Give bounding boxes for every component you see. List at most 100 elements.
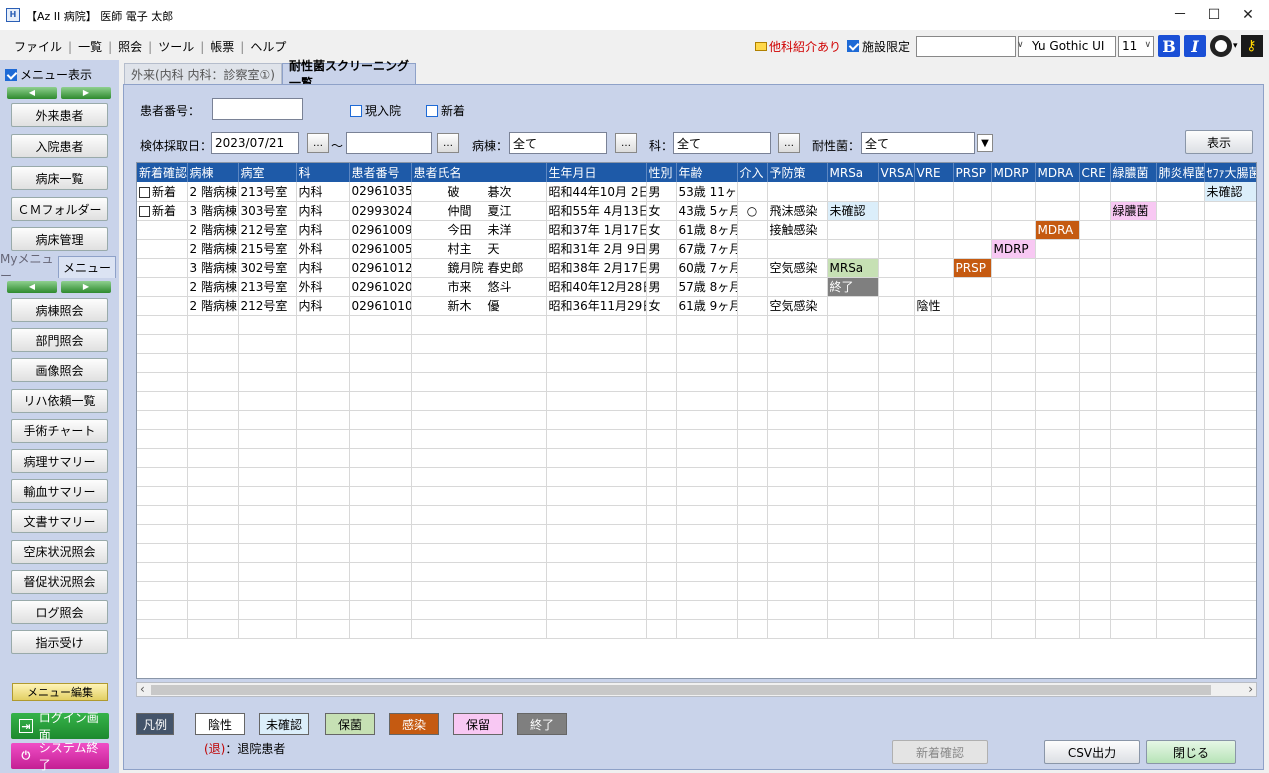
- column-header[interactable]: 肺炎桿菌: [1156, 163, 1205, 182]
- organism-cell[interactable]: [953, 182, 992, 202]
- close-window-button[interactable]: ✕: [1230, 4, 1266, 26]
- display-button[interactable]: 表示: [1185, 130, 1253, 154]
- organism-cell[interactable]: [914, 201, 954, 221]
- sidebar-menu-button[interactable]: 指示受け: [11, 630, 108, 655]
- organism-cell[interactable]: [1156, 201, 1205, 221]
- sample-date-from-input[interactable]: 2023/07/21: [211, 132, 299, 154]
- organism-cell[interactable]: MRSa: [827, 258, 879, 278]
- menu-item[interactable]: 帳票: [204, 38, 240, 55]
- sidebar-menu-button[interactable]: 督促状況照会: [11, 569, 108, 594]
- new-confirm-cell[interactable]: [137, 220, 188, 240]
- organism-cell[interactable]: [953, 201, 992, 221]
- organism-cell[interactable]: 緑膿菌: [1110, 201, 1157, 221]
- table-row[interactable]: 3 階病棟 302号室 内科 02961012 鏡月院 春史郎 昭和38年 2月17日男 60…: [137, 258, 1256, 278]
- tab-resistant-screening[interactable]: 耐性菌スクリーニング一覧: [282, 59, 416, 90]
- column-header[interactable]: MRSa: [827, 163, 879, 182]
- organism-cell[interactable]: [1110, 220, 1157, 240]
- column-header[interactable]: 予防策: [767, 163, 828, 182]
- sidebar-menu-button[interactable]: 病理サマリー: [11, 449, 108, 473]
- column-header[interactable]: 患者番号: [349, 163, 412, 182]
- menu-item[interactable]: ヘルプ: [244, 38, 292, 55]
- organism-cell[interactable]: [1035, 239, 1080, 259]
- organism-cell[interactable]: [878, 258, 915, 278]
- new-confirm-cell[interactable]: [137, 296, 188, 316]
- new-confirm-cell[interactable]: 新着: [137, 182, 188, 202]
- checkbox-icon[interactable]: [139, 206, 150, 217]
- italic-button[interactable]: I: [1184, 35, 1207, 57]
- arrow-left-icon[interactable]: ◀: [7, 87, 57, 99]
- sidebar-button[interactable]: 入院患者: [11, 134, 108, 158]
- new-confirm-button[interactable]: 新着確認: [892, 740, 988, 764]
- new-confirm-cell[interactable]: [137, 258, 188, 278]
- scroll-left-icon[interactable]: ‹: [140, 682, 145, 696]
- organism-cell[interactable]: 陰性: [914, 296, 954, 316]
- column-header[interactable]: PRSP: [953, 163, 992, 182]
- table-row[interactable]: 新着 2 階病棟 213号室 内科 02961035 破碁次 昭和44年10月 2日男 53歳…: [137, 182, 1256, 202]
- minimize-button[interactable]: －: [1162, 4, 1198, 26]
- column-header[interactable]: 介入: [737, 163, 768, 182]
- column-header[interactable]: 病棟: [187, 163, 239, 182]
- sidebar-menu-button[interactable]: 部門照会: [11, 328, 108, 353]
- arrow-right-icon[interactable]: ▶: [61, 87, 111, 99]
- column-header[interactable]: 科: [296, 163, 350, 182]
- sample-date-to-input[interactable]: [346, 132, 432, 154]
- sidebar-menu-button[interactable]: 手術チャート: [11, 418, 108, 443]
- maximize-button[interactable]: ☐: [1196, 4, 1232, 26]
- organism-cell[interactable]: [827, 182, 879, 202]
- organism-cell[interactable]: [1156, 258, 1205, 278]
- font-name-select[interactable]: ∨ Yu Gothic UI: [1017, 35, 1117, 57]
- organism-cell[interactable]: [1156, 220, 1205, 240]
- organism-cell[interactable]: [914, 220, 954, 240]
- organism-cell[interactable]: [1156, 182, 1205, 202]
- organism-cell[interactable]: [914, 258, 954, 278]
- column-header[interactable]: ｾﾌｧ大腸菌: [1204, 163, 1256, 182]
- organism-cell[interactable]: 未確認: [827, 201, 879, 221]
- organism-cell[interactable]: [827, 239, 879, 259]
- current-inpatient-checkbox[interactable]: 現入院: [350, 102, 401, 119]
- organism-cell[interactable]: [991, 201, 1036, 221]
- organism-cell[interactable]: [1035, 277, 1080, 297]
- organism-cell[interactable]: [1079, 239, 1111, 259]
- sidebar-menu-button[interactable]: 輸血サマリー: [11, 479, 108, 504]
- new-only-checkbox[interactable]: 新着: [426, 102, 465, 119]
- chevron-down-icon[interactable]: ▼: [977, 134, 993, 152]
- horizontal-scrollbar[interactable]: ‹ ›: [136, 682, 1257, 697]
- sidebar-button[interactable]: 病床管理: [11, 227, 108, 251]
- organism-cell[interactable]: [1156, 296, 1205, 316]
- organism-cell[interactable]: [1035, 296, 1080, 316]
- organism-cell[interactable]: [1110, 258, 1157, 278]
- organism-cell[interactable]: 未確認: [1204, 182, 1256, 202]
- tab-menu[interactable]: メニュー: [58, 256, 116, 278]
- dept-picker-button[interactable]: …: [778, 133, 800, 153]
- column-header[interactable]: 性別: [646, 163, 677, 182]
- organism-cell[interactable]: [1079, 258, 1111, 278]
- organism-cell[interactable]: [1079, 296, 1111, 316]
- new-confirm-cell[interactable]: 新着: [137, 201, 188, 221]
- organism-cell[interactable]: [953, 277, 992, 297]
- sidebar-button[interactable]: 外来患者: [11, 103, 108, 127]
- column-header[interactable]: MDRA: [1035, 163, 1080, 182]
- login-screen-button[interactable]: ⇥ ログイン画面: [11, 711, 109, 742]
- organism-cell[interactable]: [953, 239, 992, 259]
- organism-cell[interactable]: [827, 220, 879, 240]
- column-header[interactable]: CRE: [1079, 163, 1111, 182]
- organism-cell[interactable]: [1204, 239, 1256, 259]
- tab-outpatient[interactable]: 外来(内科 内科：診察室①): [124, 63, 282, 84]
- palette-dropdown-icon[interactable]: ▾: [1233, 41, 1238, 51]
- organism-cell[interactable]: [827, 296, 879, 316]
- ward-picker-button[interactable]: …: [615, 133, 637, 153]
- organism-cell[interactable]: [1110, 182, 1157, 202]
- column-header[interactable]: MDRP: [991, 163, 1036, 182]
- referral-indicator[interactable]: 他科紹介あり: [755, 38, 841, 55]
- dept-input[interactable]: 全て: [673, 132, 771, 154]
- organism-cell[interactable]: [991, 220, 1036, 240]
- date-to-picker-button[interactable]: …: [437, 133, 459, 153]
- menu-item[interactable]: 照会: [112, 38, 148, 55]
- sidebar-menu-button[interactable]: 画像照会: [11, 358, 108, 383]
- column-header[interactable]: 患者氏名: [411, 163, 547, 182]
- close-button[interactable]: 閉じる: [1146, 740, 1236, 764]
- organism-cell[interactable]: [878, 220, 915, 240]
- csv-export-button[interactable]: CSV出力: [1044, 740, 1140, 764]
- scroll-right-icon[interactable]: ›: [1248, 682, 1253, 696]
- organism-cell[interactable]: [1110, 239, 1157, 259]
